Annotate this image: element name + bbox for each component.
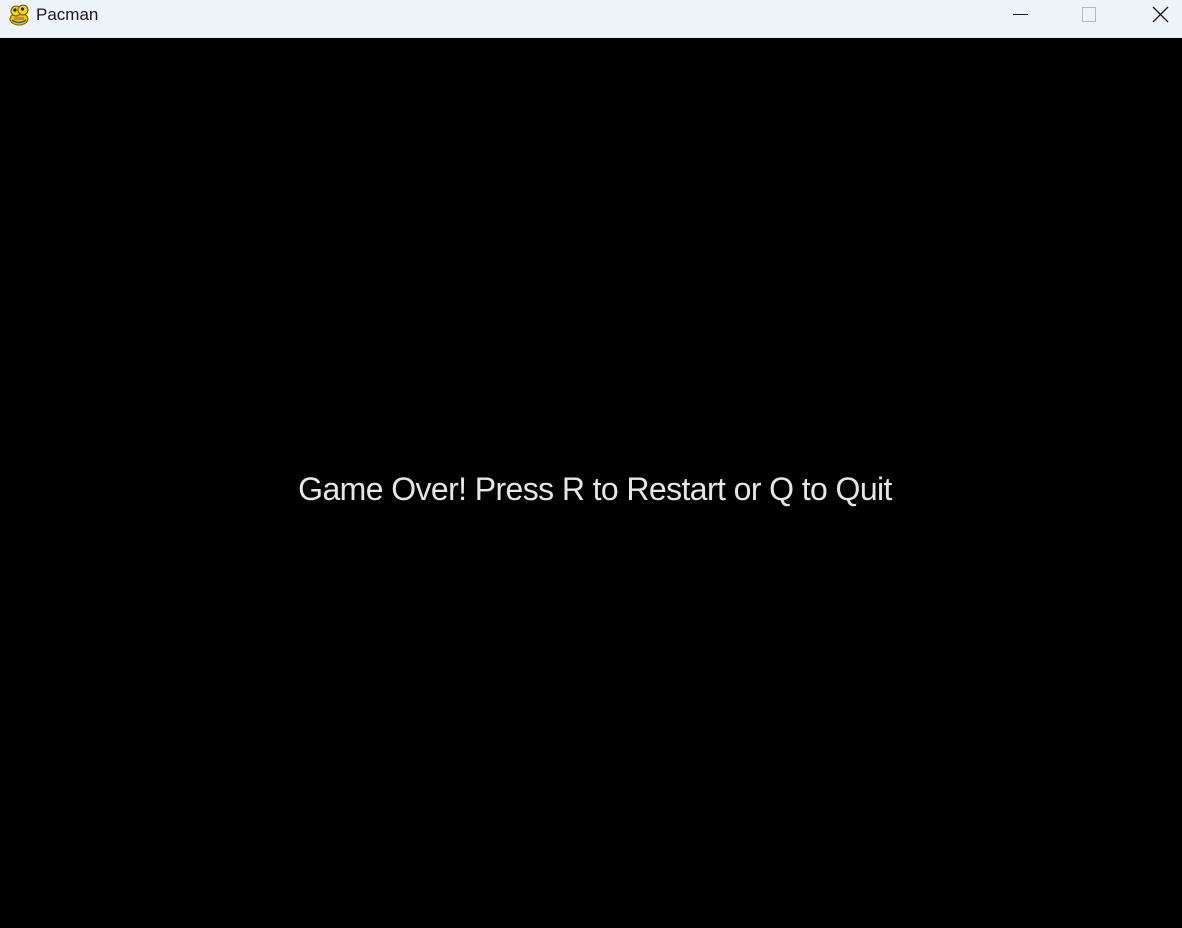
close-button[interactable] [1136,0,1182,30]
app-window: Pacman Game Over! Press R to Restart or … [0,0,1182,928]
maximize-icon [1082,7,1096,22]
game-over-message: Game Over! Press R to Restart or Q to Qu… [298,471,892,507]
game-canvas[interactable]: Game Over! Press R to Restart or Q to Qu… [0,38,1182,928]
close-icon [1152,6,1169,23]
window-title: Pacman [36,5,99,24]
maximize-button[interactable] [1066,0,1112,30]
title-bar[interactable]: Pacman [0,0,1182,38]
minimize-icon [1013,14,1028,15]
minimize-button[interactable] [997,0,1043,30]
pygame-snake-icon [8,3,30,27]
